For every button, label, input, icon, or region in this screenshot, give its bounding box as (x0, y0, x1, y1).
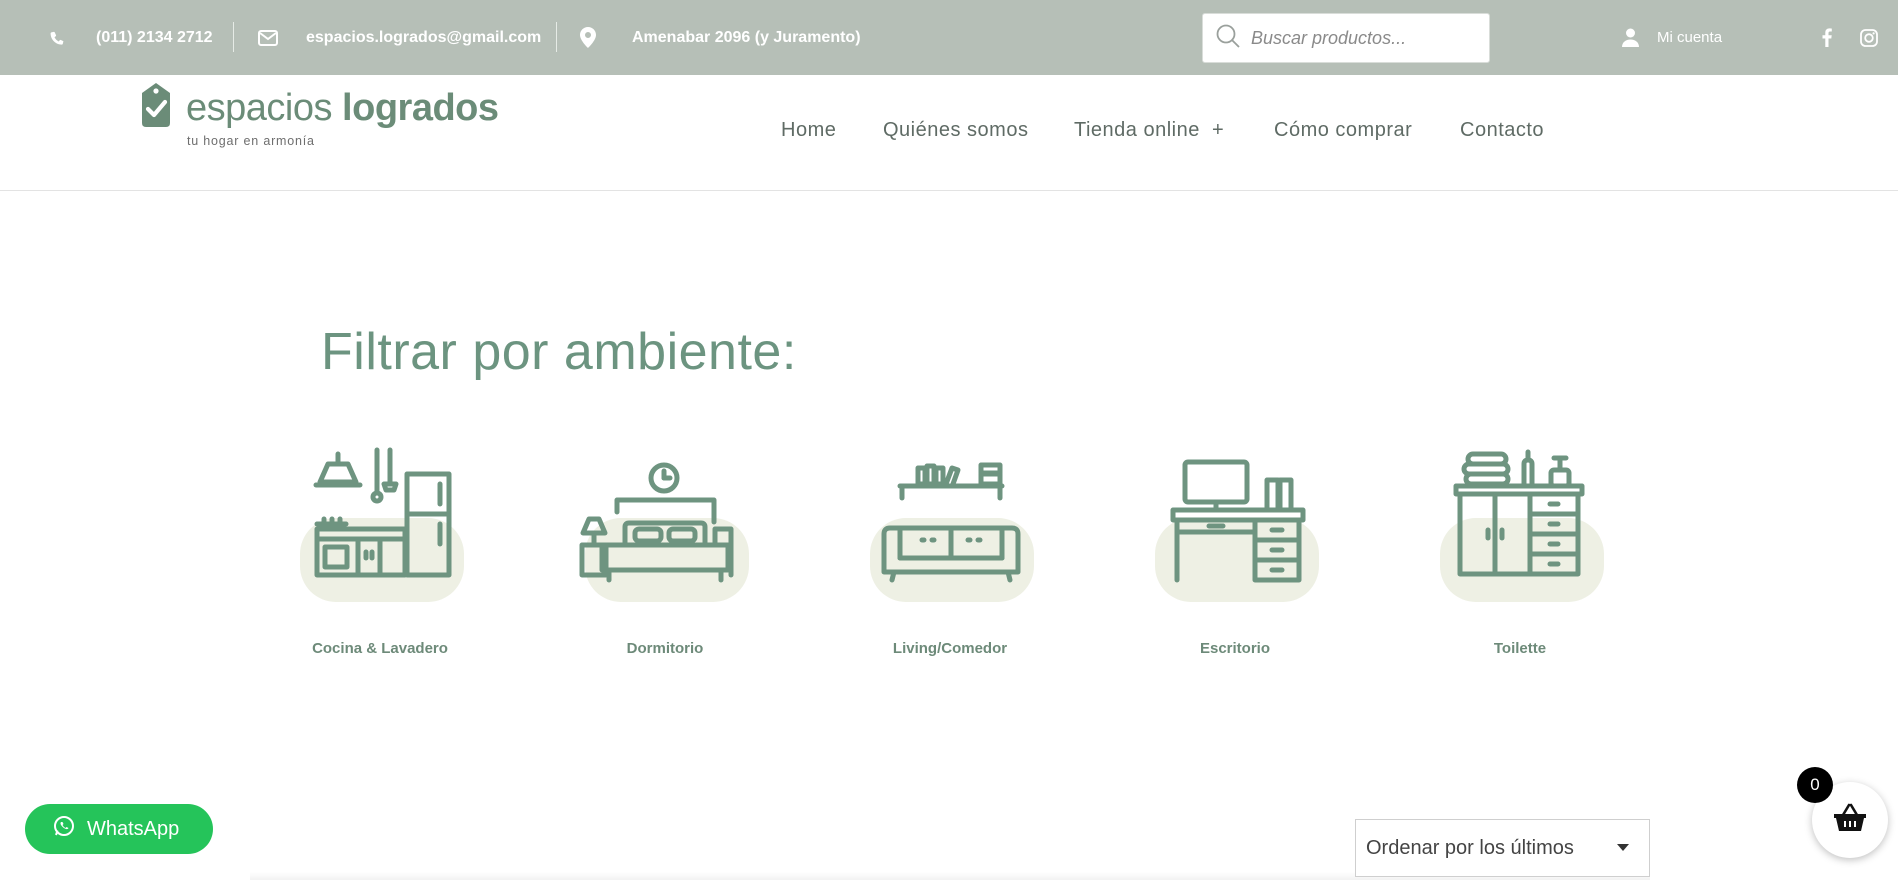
category-label: Living/Comedor (892, 640, 1008, 657)
sofa-icon (881, 462, 1021, 583)
category-cocina-lavadero[interactable]: Cocina & Lavadero (280, 440, 480, 670)
envelope-icon (258, 29, 278, 46)
brand-logo[interactable]: espacios logrados tu hogar en armonía (136, 79, 516, 151)
whatsapp-label: WhatsApp (87, 817, 180, 840)
category-dormitorio[interactable]: Dormitorio (565, 440, 765, 670)
category-toilette[interactable]: Toilette (1420, 440, 1620, 670)
account-link[interactable]: Mi cuenta (1622, 0, 1722, 75)
nav-tienda-online[interactable]: Tienda online + (1074, 119, 1224, 142)
nav-quienes-somos[interactable]: Quiénes somos (883, 119, 1028, 142)
email-contact[interactable]: espacios.logrados@gmail.com (258, 0, 541, 75)
logo-tagline: tu hogar en armonía (187, 134, 315, 148)
account-text: Mi cuenta (1657, 29, 1723, 46)
search-icon[interactable] (1215, 23, 1241, 54)
nav-contacto[interactable]: Contacto (1460, 119, 1544, 142)
nav-home[interactable]: Home (781, 119, 836, 142)
phone-icon (48, 28, 68, 48)
address-contact[interactable]: Amenabar 2096 (y Juramento) (580, 0, 861, 75)
divider (233, 22, 234, 52)
category-living-comedor[interactable]: Living/Comedor (850, 440, 1050, 670)
instagram-icon[interactable] (1860, 28, 1878, 47)
user-icon (1622, 28, 1639, 47)
basket-icon (1833, 803, 1867, 838)
facebook-link[interactable] (1822, 0, 1832, 75)
nav-como-comprar[interactable]: Cómo comprar (1274, 119, 1412, 142)
address-text: Amenabar 2096 (y Juramento) (632, 28, 861, 46)
tag-check-icon (142, 83, 170, 127)
whatsapp-icon (53, 815, 75, 843)
whatsapp-button[interactable]: WhatsApp (25, 804, 213, 854)
map-pin-icon (580, 27, 596, 48)
cart-count-badge: 0 (1797, 767, 1833, 803)
product-search[interactable] (1202, 13, 1490, 63)
category-label: Toilette (1493, 640, 1547, 657)
category-label: Escritorio (1199, 640, 1271, 657)
instagram-link[interactable] (1860, 0, 1878, 75)
bedroom-icon (579, 462, 734, 583)
logo-wordmark: espacios logrados (186, 87, 499, 129)
facebook-icon[interactable] (1822, 28, 1832, 47)
divider (556, 22, 557, 52)
site-header: espacios logrados tu hogar en armonía Ho… (0, 75, 1898, 191)
category-escritorio[interactable]: Escritorio (1135, 440, 1335, 670)
desk-icon (1170, 459, 1306, 583)
email-text: espacios.logrados@gmail.com (306, 28, 542, 46)
phone-contact[interactable]: (011) 2134 2712 (48, 0, 213, 75)
search-input[interactable] (1251, 27, 1471, 49)
sort-select[interactable]: Ordenar por los últimos (1355, 819, 1650, 877)
category-label: Cocina & Lavadero (312, 640, 448, 657)
sort-selected-value: Ordenar por los últimos (1366, 836, 1574, 859)
top-bar: (011) 2134 2712 espacios.logrados@gmail.… (0, 0, 1898, 75)
category-label: Dormitorio (626, 640, 704, 657)
kitchen-icon (313, 447, 452, 578)
bathroom-cabinet-icon (1453, 449, 1585, 577)
chevron-down-icon (1617, 844, 1629, 851)
filter-heading: Filtrar por ambiente: (321, 323, 797, 381)
phone-text: (011) 2134 2712 (96, 28, 213, 46)
